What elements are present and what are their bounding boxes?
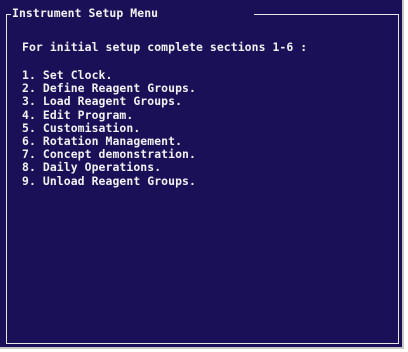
menu-item-label: Edit Program. xyxy=(42,107,134,122)
menu-item-label: Unload Reagent Groups. xyxy=(42,173,196,188)
menu-item-number: 2. xyxy=(22,81,36,96)
terminal-screen: Instrument Setup Menu For initial setup … xyxy=(0,0,404,349)
menu-item-number: 1. xyxy=(22,68,36,82)
menu-item-number: 5. xyxy=(22,120,36,135)
menu-item-label: Concept demonstration. xyxy=(42,147,196,162)
menu-item-label: Define Reagent Groups. xyxy=(42,81,196,96)
menu-item-number: 8. xyxy=(22,160,36,175)
menu-item-label: Rotation Management. xyxy=(42,133,183,148)
menu-item-label: Load Reagent Groups. xyxy=(42,94,183,109)
setup-instruction: For initial setup complete sections 1-6 … xyxy=(22,40,308,54)
setup-menu: 1. Set Clock. 2. Define Reagent Groups. … xyxy=(22,68,196,188)
menu-item-unload-reagent-groups[interactable]: 9. Unload Reagent Groups. xyxy=(22,173,196,188)
menu-item-number: 9. xyxy=(22,173,36,188)
menu-item-label: Set Clock. xyxy=(42,68,113,82)
menu-item-label: Customisation. xyxy=(42,120,141,135)
menu-item-number: 4. xyxy=(22,107,36,122)
frame-top-right-line xyxy=(254,14,399,15)
menu-item-number: 6. xyxy=(22,133,36,148)
menu-item-number: 7. xyxy=(22,147,36,162)
frame-top-left-line xyxy=(6,14,11,15)
window-title: Instrument Setup Menu xyxy=(12,6,159,20)
menu-item-label: Daily Operations. xyxy=(42,160,162,175)
menu-item-number: 3. xyxy=(22,94,36,109)
